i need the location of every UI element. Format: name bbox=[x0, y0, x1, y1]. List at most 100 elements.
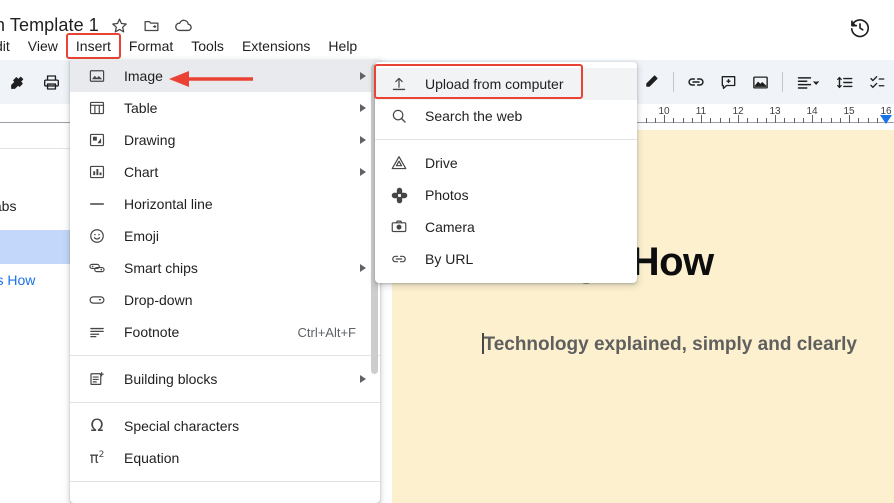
insert-menu-item-chart[interactable]: Chart bbox=[70, 156, 380, 188]
ruler-tick-major bbox=[812, 115, 813, 123]
document-subtitle-text: Technology explained, simply and clearly bbox=[483, 334, 857, 355]
image-submenu-item-by-url[interactable]: By URL bbox=[375, 243, 637, 275]
ruler-tick-minor bbox=[765, 118, 767, 123]
image-submenu-item-label: Upload from computer bbox=[425, 76, 564, 92]
title-bar: m Template 1 dit View Insert bbox=[0, 0, 894, 60]
menu-divider bbox=[70, 355, 380, 356]
image-submenu-item-label: Camera bbox=[425, 219, 475, 235]
insert-menu-item-building-blocks[interactable]: Building blocks bbox=[70, 363, 380, 395]
link-icon bbox=[389, 249, 409, 269]
building-blocks-icon bbox=[86, 369, 108, 389]
ruler-tick-minor bbox=[867, 118, 869, 123]
sidebar-header-label: tabs bbox=[0, 198, 17, 214]
ruler-tick-minor bbox=[710, 118, 712, 123]
insert-menu-item-table[interactable]: Table bbox=[70, 92, 380, 124]
insert-menu-item-label: Special characters bbox=[124, 418, 240, 434]
menu-item-view[interactable]: View bbox=[19, 34, 67, 58]
checklist-icon[interactable] bbox=[862, 67, 892, 97]
star-icon[interactable] bbox=[109, 14, 131, 36]
insert-menu-item-drawing[interactable]: Drawing bbox=[70, 124, 380, 156]
menu-item-insert[interactable]: Insert bbox=[65, 33, 121, 59]
ruler-tick-major bbox=[738, 115, 739, 123]
ruler-tick-major bbox=[701, 115, 702, 123]
version-history-icon[interactable] bbox=[847, 15, 873, 41]
insert-menu-item-label: Equation bbox=[124, 450, 180, 466]
menu-item-extensions[interactable]: Extensions bbox=[233, 34, 319, 58]
ruler-tick-minor bbox=[821, 118, 823, 123]
search-icon bbox=[389, 106, 409, 126]
insert-menu-item-label: Drawing bbox=[124, 132, 176, 148]
equation-icon: π2 bbox=[89, 448, 105, 467]
insert-link-icon[interactable] bbox=[681, 67, 711, 97]
align-icon[interactable] bbox=[790, 67, 828, 97]
document-tabs-sidebar: tabs hings How bbox=[0, 130, 71, 503]
drawing-icon bbox=[86, 130, 108, 150]
image-icon bbox=[86, 66, 108, 86]
smart-chips-icon bbox=[86, 258, 108, 278]
image-submenu-item-drive[interactable]: Drive bbox=[375, 147, 637, 179]
ruler-tick-minor bbox=[839, 118, 841, 123]
print-icon[interactable] bbox=[36, 67, 66, 97]
ruler-tick-minor bbox=[691, 118, 693, 123]
menu-item-help[interactable]: Help bbox=[319, 34, 366, 58]
image-submenu-item-label: Search the web bbox=[425, 108, 523, 124]
insert-menu-item-equation[interactable]: π2 Equation bbox=[70, 442, 380, 474]
image-submenu-item-photos[interactable]: Photos bbox=[375, 179, 637, 211]
document-subtitle[interactable]: Technology explained, simply and clearly bbox=[482, 333, 857, 356]
right-indent-marker[interactable] bbox=[880, 115, 892, 124]
image-submenu-item-label: Photos bbox=[425, 187, 469, 203]
chart-icon bbox=[86, 162, 108, 182]
ruler-tick-minor bbox=[654, 118, 656, 123]
menu-item-format[interactable]: Format bbox=[120, 34, 182, 58]
insert-menu-item-label: Chart bbox=[124, 164, 159, 180]
emoji-icon bbox=[86, 226, 108, 246]
ruler-tick-minor bbox=[802, 118, 804, 123]
insert-menu-item-smart-chips[interactable]: Smart chips bbox=[70, 252, 380, 284]
sidebar-item-selected[interactable] bbox=[0, 230, 70, 264]
insert-menu-item-shortcut: Ctrl+Alt+F bbox=[297, 324, 356, 340]
move-to-folder-icon[interactable] bbox=[141, 14, 163, 36]
menu-divider bbox=[70, 402, 380, 403]
highlight-color-icon[interactable] bbox=[636, 67, 666, 97]
document-title[interactable]: m Template 1 bbox=[0, 15, 99, 36]
camera-icon bbox=[389, 217, 409, 237]
ruler-tick-minor bbox=[784, 118, 786, 123]
insert-menu-item-image[interactable]: Image bbox=[70, 60, 380, 92]
ruler-tick-minor bbox=[645, 118, 647, 123]
ruler-tick-major bbox=[664, 115, 665, 123]
insert-menu-item-horizontal-line[interactable]: Horizontal line bbox=[70, 188, 380, 220]
ruler-tick-minor bbox=[673, 118, 675, 123]
menu-bar: dit View Insert Format Tools Extensions … bbox=[0, 33, 366, 59]
paint-format-icon[interactable] bbox=[2, 67, 32, 97]
ruler-tick-minor bbox=[756, 118, 758, 123]
submenu-arrow-icon bbox=[360, 72, 366, 80]
add-comment-icon[interactable] bbox=[713, 67, 743, 97]
sidebar-item-sub[interactable]: hings How bbox=[0, 272, 35, 288]
special-characters-icon: Ω bbox=[90, 415, 104, 436]
submenu-arrow-icon bbox=[360, 104, 366, 112]
line-spacing-icon[interactable] bbox=[830, 67, 860, 97]
photos-icon bbox=[389, 185, 409, 205]
image-submenu-item-camera[interactable]: Camera bbox=[375, 211, 637, 243]
insert-menu-item-label: Smart chips bbox=[124, 260, 198, 276]
image-submenu-item-upload-from-computer[interactable]: Upload from computer bbox=[375, 68, 637, 100]
ruler-tick-minor bbox=[719, 118, 721, 123]
menu-item-tools[interactable]: Tools bbox=[182, 34, 233, 58]
insert-menu-item-emoji[interactable]: Emoji bbox=[70, 220, 380, 252]
drop-down-icon bbox=[86, 290, 108, 310]
footnote-icon bbox=[86, 322, 108, 342]
google-docs-window: m Template 1 dit View Insert bbox=[0, 0, 894, 503]
insert-image-icon[interactable] bbox=[745, 67, 775, 97]
image-submenu-item-search-the-web[interactable]: Search the web bbox=[375, 100, 637, 132]
menu-item-edit[interactable]: dit bbox=[0, 34, 19, 58]
insert-menu-item-special-characters[interactable]: Ω Special characters bbox=[70, 410, 380, 442]
insert-menu-item-label: Image bbox=[124, 68, 163, 84]
ruler-tick-major bbox=[849, 115, 850, 123]
insert-menu-item-drop-down[interactable]: Drop-down bbox=[70, 284, 380, 316]
ruler-tick-minor bbox=[728, 118, 730, 123]
cloud-saved-icon[interactable] bbox=[173, 14, 195, 36]
ruler-tick-minor bbox=[858, 118, 860, 123]
menu-divider bbox=[375, 139, 637, 140]
ruler-tick-major bbox=[775, 115, 776, 123]
insert-menu-item-footnote[interactable]: Footnote Ctrl+Alt+F bbox=[70, 316, 380, 348]
